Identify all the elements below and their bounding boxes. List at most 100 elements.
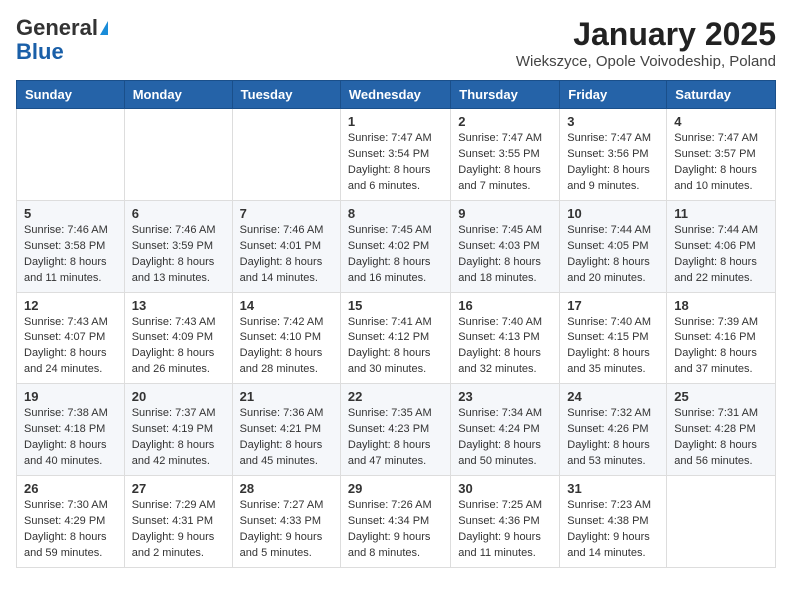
- day-info: Sunrise: 7:40 AMSunset: 4:13 PMDaylight:…: [458, 315, 552, 379]
- day-info: Sunrise: 7:38 AMSunset: 4:18 PMDaylight:…: [24, 406, 117, 470]
- day-number: 13: [132, 298, 225, 313]
- day-number: 17: [567, 298, 659, 313]
- day-info: Sunrise: 7:45 AMSunset: 4:02 PMDaylight:…: [348, 223, 443, 287]
- day-info-line: Sunrise: 7:47 AM: [348, 132, 432, 144]
- day-info-line: Sunset: 4:12 PM: [348, 331, 429, 343]
- calendar-cell: 1 Sunrise: 7:47 AMSunset: 3:54 PMDaylight…: [340, 109, 450, 201]
- day-info-line: Sunset: 4:19 PM: [132, 423, 213, 435]
- day-info-line: Sunset: 4:13 PM: [458, 331, 539, 343]
- day-info-line: Sunrise: 7:27 AM: [240, 499, 324, 511]
- day-info: Sunrise: 7:47 AMSunset: 3:54 PMDaylight:…: [348, 131, 443, 195]
- day-info-line: Daylight: 8 hours and 18 minutes.: [458, 256, 541, 284]
- day-number: 14: [240, 298, 333, 313]
- day-info-line: Daylight: 8 hours and 42 minutes.: [132, 439, 215, 467]
- day-number: 25: [674, 389, 768, 404]
- day-number: 3: [567, 114, 659, 129]
- logo-icon: [100, 21, 108, 35]
- day-info: Sunrise: 7:27 AMSunset: 4:33 PMDaylight:…: [240, 498, 333, 562]
- day-info: Sunrise: 7:44 AMSunset: 4:06 PMDaylight:…: [674, 223, 768, 287]
- calendar-week-row: 5Sunrise: 7:46 AMSunset: 3:58 PMDaylight…: [17, 200, 776, 292]
- calendar-cell: 25Sunrise: 7:31 AMSunset: 4:28 PMDayligh…: [667, 384, 776, 476]
- day-of-week-header: Wednesday: [340, 81, 450, 109]
- day-number: 16: [458, 298, 552, 313]
- day-info-line: Sunrise: 7:46 AM: [24, 224, 108, 236]
- calendar-cell: 13Sunrise: 7:43 AMSunset: 4:09 PMDayligh…: [124, 292, 232, 384]
- day-of-week-header: Thursday: [451, 81, 560, 109]
- day-info-line: Daylight: 8 hours and 47 minutes.: [348, 439, 431, 467]
- day-info: Sunrise: 7:41 AM Sunset: 4:12 PM Daylight:…: [348, 315, 443, 379]
- day-info-line: Sunset: 4:38 PM: [567, 515, 648, 527]
- calendar-cell: 5Sunrise: 7:46 AMSunset: 3:58 PMDaylight…: [17, 200, 125, 292]
- day-number: 10: [567, 206, 659, 221]
- day-info-line: Daylight: 8 hours and 13 minutes.: [132, 256, 215, 284]
- day-info-line: Sunrise: 7:45 AM: [348, 224, 432, 236]
- day-info: Sunrise: 7:37 AMSunset: 4:19 PMDaylight:…: [132, 406, 225, 470]
- day-number: 27: [132, 481, 225, 496]
- day-info-line: Sunset: 4:23 PM: [348, 423, 429, 435]
- day-info-line: Daylight: 8 hours and 59 minutes.: [24, 531, 107, 559]
- calendar-cell: 7Sunrise: 7:46 AMSunset: 4:01 PMDaylight…: [232, 200, 340, 292]
- day-info-line: Sunrise: 7:47 AM: [674, 132, 758, 144]
- calendar-cell: 18Sunrise: 7:39 AMSunset: 4:16 PMDayligh…: [667, 292, 776, 384]
- calendar-cell: 23Sunrise: 7:34 AMSunset: 4:24 PMDayligh…: [451, 384, 560, 476]
- day-info-line: Sunset: 3:59 PM: [132, 240, 213, 252]
- day-info: Sunrise: 7:30 AMSunset: 4:29 PMDaylight:…: [24, 498, 117, 562]
- day-info: Sunrise: 7:45 AMSunset: 4:03 PMDaylight:…: [458, 223, 552, 287]
- day-info-line: Sunset: 4:34 PM: [348, 515, 429, 527]
- calendar-cell: 12Sunrise: 7:43 AMSunset: 4:07 PMDayligh…: [17, 292, 125, 384]
- day-info-line: Sunrise: 7:32 AM: [567, 407, 651, 419]
- day-info-line: Sunrise: 7:44 AM: [674, 224, 758, 236]
- day-info: Sunrise: 7:36 AMSunset: 4:21 PMDaylight:…: [240, 406, 333, 470]
- day-info-line: Sunrise: 7:46 AM: [132, 224, 216, 236]
- day-info-line: Sunset: 4:09 PM: [132, 331, 213, 343]
- day-info: Sunrise: 7:32 AMSunset: 4:26 PMDaylight:…: [567, 406, 659, 470]
- day-number: 31: [567, 481, 659, 496]
- day-info-line: Sunrise: 7:23 AM: [567, 499, 651, 511]
- calendar-cell: 30Sunrise: 7:25 AMSunset: 4:36 PMDayligh…: [451, 476, 560, 568]
- day-info-line: Sunset: 4:02 PM: [348, 240, 429, 252]
- day-number: 28: [240, 481, 333, 496]
- day-info-line: Sunset: 4:31 PM: [132, 515, 213, 527]
- calendar-cell: 14Sunrise: 7:42 AMSunset: 4:10 PMDayligh…: [232, 292, 340, 384]
- day-number: 5: [24, 206, 117, 221]
- day-info-line: Daylight: 9 hours and 14 minutes.: [567, 531, 650, 559]
- day-info-line: Sunrise: 7:42 AM: [240, 316, 324, 328]
- day-of-week-header: Sunday: [17, 81, 125, 109]
- logo: General Blue: [16, 16, 108, 64]
- day-info-line: Sunrise: 7:39 AM: [674, 316, 758, 328]
- calendar-cell: 4Sunrise: 7:47 AMSunset: 3:57 PMDaylight…: [667, 109, 776, 201]
- day-number: 2: [458, 114, 552, 129]
- calendar-cell: 31 Sunrise: 7:23 AM Sunset: 4:38 PM Dayligh…: [560, 476, 667, 568]
- day-info-line: Sunset: 3:56 PM: [567, 148, 648, 160]
- calendar-cell: 9Sunrise: 7:45 AMSunset: 4:03 PMDaylight…: [451, 200, 560, 292]
- day-info-line: Daylight: 8 hours and 6 minutes.: [348, 164, 431, 192]
- day-info-line: Daylight: 8 hours and 9 minutes.: [567, 164, 650, 192]
- day-info: Sunrise: 7:39 AMSunset: 4:16 PMDaylight:…: [674, 315, 768, 379]
- day-info-line: Sunset: 4:01 PM: [240, 240, 321, 252]
- day-info-line: Sunrise: 7:29 AM: [132, 499, 216, 511]
- day-info-line: Sunset: 4:26 PM: [567, 423, 648, 435]
- day-info-line: Sunset: 4:28 PM: [674, 423, 755, 435]
- day-number: 29: [348, 481, 443, 496]
- calendar-week-row: 26Sunrise: 7:30 AMSunset: 4:29 PMDayligh…: [17, 476, 776, 568]
- day-number: 21: [240, 389, 333, 404]
- day-info-line: Daylight: 8 hours and 30 minutes.: [348, 347, 431, 375]
- day-info-line: Daylight: 8 hours and 14 minutes.: [240, 256, 323, 284]
- day-info-line: Sunrise: 7:31 AM: [674, 407, 758, 419]
- calendar-cell: 17Sunrise: 7:40 AMSunset: 4:15 PMDayligh…: [560, 292, 667, 384]
- calendar-cell: 3Sunrise: 7:47 AMSunset: 3:56 PMDaylight…: [560, 109, 667, 201]
- day-number: 1: [348, 114, 443, 129]
- day-info-line: Sunset: 3:55 PM: [458, 148, 539, 160]
- calendar-cell: 15Sunrise: 7:41 AMSunset: 4:12 PMDayligh…: [340, 292, 450, 384]
- day-info-line: Daylight: 8 hours and 40 minutes.: [24, 439, 107, 467]
- day-number: 7: [240, 206, 333, 221]
- day-info: Sunrise: 7:43 AMSunset: 4:07 PMDaylight:…: [24, 315, 117, 379]
- day-info-line: Sunset: 4:15 PM: [567, 331, 648, 343]
- day-number: 22: [348, 389, 443, 404]
- day-info-line: Sunrise: 7:41 AM: [348, 316, 432, 328]
- calendar-cell: 24Sunrise: 7:32 AMSunset: 4:26 PMDayligh…: [560, 384, 667, 476]
- calendar-cell: 28 Sunrise: 7:27 AMSunset: 4:33 PMDayligh…: [232, 476, 340, 568]
- day-info: Sunrise: 7:44 AMSunset: 4:05 PMDaylight:…: [567, 223, 659, 287]
- day-info-line: Daylight: 8 hours and 35 minutes.: [567, 347, 650, 375]
- day-info-line: Daylight: 8 hours and 11 minutes.: [24, 256, 107, 284]
